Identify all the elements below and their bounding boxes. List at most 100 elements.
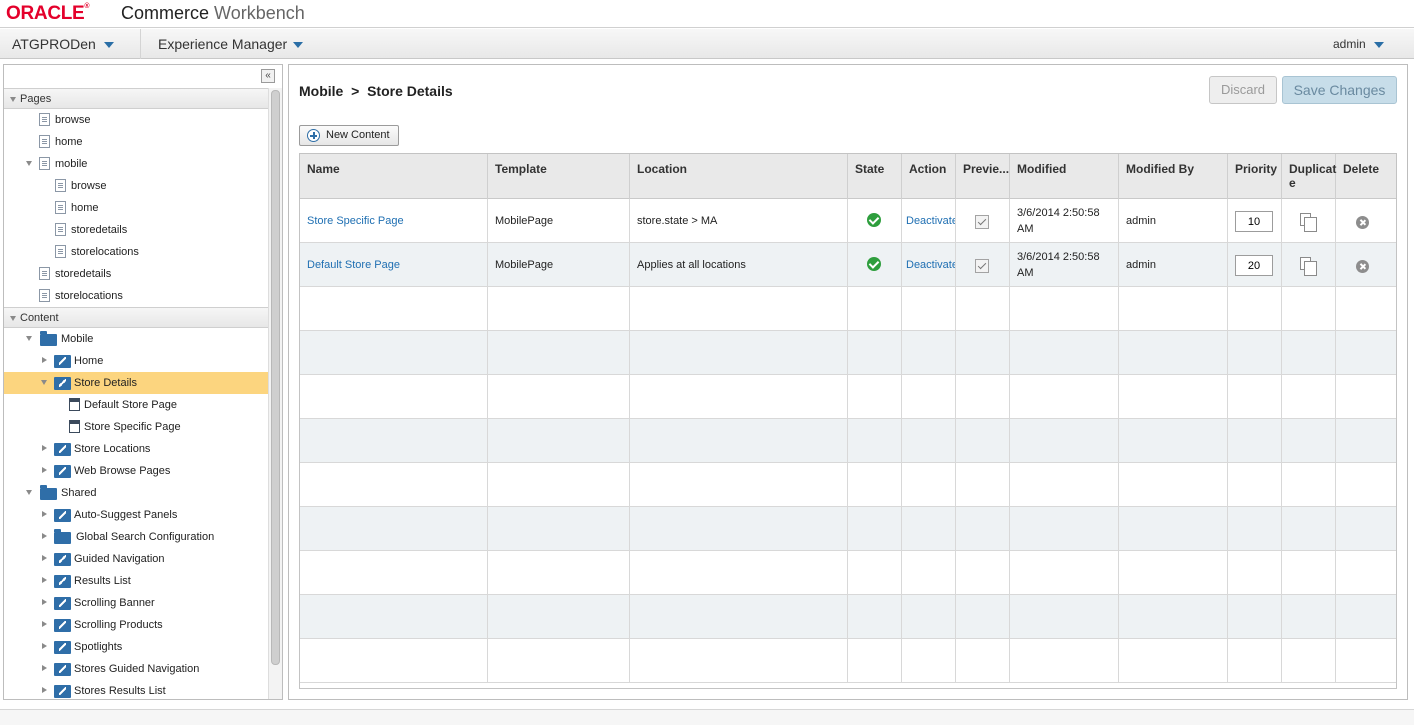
save-changes-button[interactable]: Save Changes: [1282, 76, 1397, 104]
tree-item-folder[interactable]: Global Search Configuration: [4, 526, 268, 548]
modified-by-value: admin: [1126, 259, 1156, 271]
expand-arrow-icon[interactable]: [42, 533, 47, 539]
column-header-modified-by[interactable]: Modified By: [1119, 154, 1228, 199]
location-value: store.state > MA: [637, 215, 718, 227]
tree-item-page[interactable]: home: [4, 197, 268, 219]
tree-item-content-folder-selected[interactable]: Store Details: [4, 372, 268, 394]
pages-section-header[interactable]: Pages: [4, 88, 268, 109]
top-nav: ATGPRODen Experience Manager admin: [0, 29, 1414, 59]
column-header-preview[interactable]: Previe...: [956, 154, 1010, 199]
column-header-state[interactable]: State: [848, 154, 902, 199]
tree-item-page[interactable]: home: [4, 131, 268, 153]
tree-item-page[interactable]: storelocations: [4, 241, 268, 263]
tree-item-content-folder[interactable]: Home: [4, 350, 268, 372]
expand-arrow-icon[interactable]: [42, 643, 47, 649]
tree-item-content-folder[interactable]: Results List: [4, 570, 268, 592]
tree-item-page[interactable]: mobile: [4, 153, 268, 175]
tree-item-content-folder[interactable]: Guided Navigation: [4, 548, 268, 570]
chevron-down-icon: [103, 42, 114, 49]
expand-arrow-icon[interactable]: [42, 357, 47, 363]
expand-arrow-icon[interactable]: [42, 599, 47, 605]
expand-arrow-icon[interactable]: [10, 97, 16, 102]
collapse-panel-button[interactable]: «: [261, 69, 275, 83]
tree-item-content-folder[interactable]: Store Locations: [4, 438, 268, 460]
tree-item-content-folder[interactable]: Spotlights: [4, 636, 268, 658]
expand-arrow-icon[interactable]: [26, 336, 32, 341]
remove-circle-icon[interactable]: [1356, 260, 1369, 273]
column-header-location[interactable]: Location: [630, 154, 848, 199]
priority-input[interactable]: [1235, 211, 1273, 232]
discard-button[interactable]: Discard: [1209, 76, 1277, 104]
column-header-duplicate[interactable]: Duplicat e: [1282, 154, 1336, 199]
scrollbar-thumb[interactable]: [271, 90, 280, 665]
content-name-link[interactable]: Default Store Page: [307, 259, 400, 271]
column-header-priority[interactable]: Priority: [1228, 154, 1282, 199]
tree-item-folder[interactable]: Mobile: [4, 328, 268, 350]
tree-item-folder[interactable]: Shared: [4, 482, 268, 504]
tree-item-content-folder[interactable]: Stores Guided Navigation: [4, 658, 268, 680]
expand-arrow-icon[interactable]: [42, 687, 47, 693]
tool-selector[interactable]: Experience Manager: [158, 29, 304, 59]
tree-item-content-folder[interactable]: Stores Results List: [4, 680, 268, 699]
tree-scrollbar[interactable]: [268, 88, 282, 699]
tree-item-label: Store Locations: [74, 443, 151, 455]
column-header-action[interactable]: Action: [902, 154, 956, 199]
tree-item-content-item[interactable]: Store Specific Page: [4, 416, 268, 438]
tree-item-content-folder[interactable]: Scrolling Products: [4, 614, 268, 636]
expand-arrow-icon[interactable]: [42, 665, 47, 671]
expand-arrow-icon[interactable]: [42, 577, 47, 583]
tree-item-content-folder[interactable]: Scrolling Banner: [4, 592, 268, 614]
expand-arrow-icon[interactable]: [42, 555, 47, 561]
page-icon: [55, 223, 66, 236]
tree-item-page[interactable]: storelocations: [4, 285, 268, 307]
copy-icon[interactable]: [1300, 213, 1317, 232]
expand-arrow-icon[interactable]: [10, 316, 16, 321]
expand-arrow-icon[interactable]: [41, 380, 47, 385]
tree-item-content-folder[interactable]: Web Browse Pages: [4, 460, 268, 482]
new-content-button[interactable]: New Content: [299, 125, 399, 146]
checkbox-icon[interactable]: [975, 259, 989, 273]
expand-arrow-icon[interactable]: [42, 511, 47, 517]
cell-action: Deactivate: [902, 243, 956, 287]
expand-arrow-icon[interactable]: [42, 467, 47, 473]
site-selector[interactable]: ATGPRODen: [12, 29, 114, 59]
content-folder-icon: [54, 597, 71, 610]
column-header-name[interactable]: Name: [300, 154, 488, 199]
expand-arrow-icon[interactable]: [26, 490, 32, 495]
page-icon: [39, 135, 50, 148]
table-row[interactable]: Store Specific Page MobilePage store.sta…: [300, 199, 1396, 243]
priority-input[interactable]: [1235, 255, 1273, 276]
template-value: MobilePage: [495, 215, 554, 227]
expand-arrow-icon[interactable]: [26, 161, 32, 166]
content-tree-panel: « Pages browse home mobile browse home s…: [3, 64, 283, 700]
content-name-link[interactable]: Store Specific Page: [307, 215, 404, 227]
tree-item-page[interactable]: browse: [4, 109, 268, 131]
column-header-delete[interactable]: Delete: [1336, 154, 1396, 199]
tree-item-page[interactable]: browse: [4, 175, 268, 197]
column-header-template[interactable]: Template: [488, 154, 630, 199]
tree-item-content-item[interactable]: Default Store Page: [4, 394, 268, 416]
page-icon: [39, 157, 50, 170]
expand-arrow-icon[interactable]: [42, 621, 47, 627]
tree-item-label: Web Browse Pages: [74, 465, 171, 477]
cell-modified-by: admin: [1119, 243, 1228, 287]
user-menu[interactable]: admin: [1333, 29, 1384, 59]
cell-modified-by: admin: [1119, 199, 1228, 243]
checkbox-icon[interactable]: [975, 215, 989, 229]
remove-circle-icon[interactable]: [1356, 216, 1369, 229]
deactivate-link[interactable]: Deactivate: [906, 215, 955, 227]
content-section-header[interactable]: Content: [4, 307, 268, 328]
status-bar: [0, 709, 1414, 725]
copy-icon[interactable]: [1300, 257, 1317, 276]
expand-arrow-icon[interactable]: [42, 445, 47, 451]
deactivate-link[interactable]: Deactivate: [906, 259, 955, 271]
page-icon: [39, 113, 50, 126]
content-folder-icon: [54, 641, 71, 654]
tree-item-content-folder[interactable]: Auto-Suggest Panels: [4, 504, 268, 526]
cell-state: [848, 199, 902, 243]
tree-item-page[interactable]: storedetails: [4, 263, 268, 285]
folder-icon: [54, 529, 71, 544]
tree-item-page[interactable]: storedetails: [4, 219, 268, 241]
table-row[interactable]: Default Store Page MobilePage Applies at…: [300, 243, 1396, 287]
column-header-modified[interactable]: Modified: [1010, 154, 1119, 199]
